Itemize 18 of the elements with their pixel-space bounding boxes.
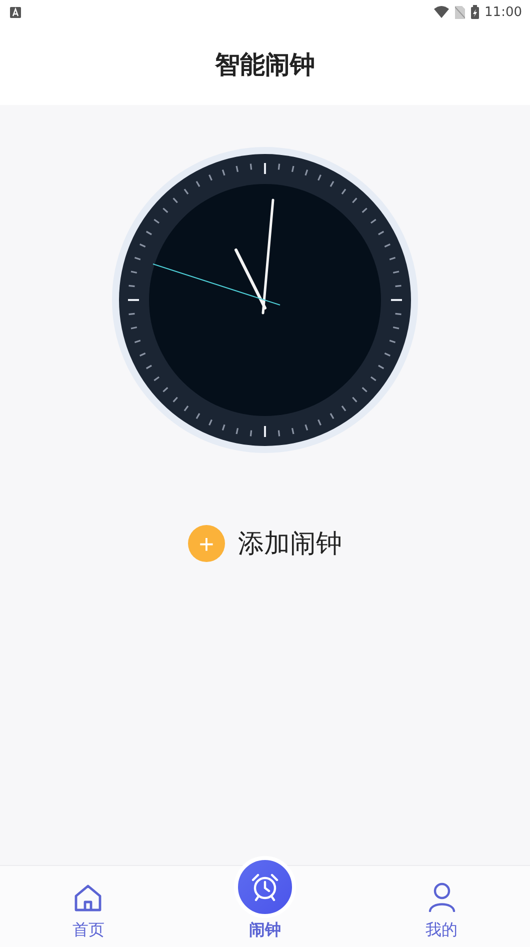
nav-tab[interactable]: 首页 bbox=[0, 866, 177, 947]
plus-icon: + bbox=[188, 525, 225, 562]
add-alarm-button[interactable]: + 添加闹钟 bbox=[188, 525, 342, 562]
tab-label: 首页 bbox=[72, 921, 104, 941]
nav-tab[interactable]: 我的 bbox=[353, 866, 530, 947]
page-title: 智能闹钟 bbox=[215, 49, 315, 81]
no-sim-icon bbox=[454, 6, 465, 18]
nav-tab[interactable]: 闹钟 bbox=[176, 844, 354, 947]
notification-icon bbox=[10, 6, 21, 18]
person-icon bbox=[428, 882, 456, 912]
status-time: 11:00 bbox=[484, 4, 522, 20]
alarm-clock-icon bbox=[250, 872, 280, 902]
tab-label: 闹钟 bbox=[249, 920, 281, 941]
wifi-icon bbox=[434, 6, 449, 18]
battery-icon bbox=[470, 5, 479, 19]
tab-label: 我的 bbox=[426, 920, 458, 941]
home-icon bbox=[73, 884, 104, 912]
add-alarm-label: 添加闹钟 bbox=[238, 527, 342, 560]
